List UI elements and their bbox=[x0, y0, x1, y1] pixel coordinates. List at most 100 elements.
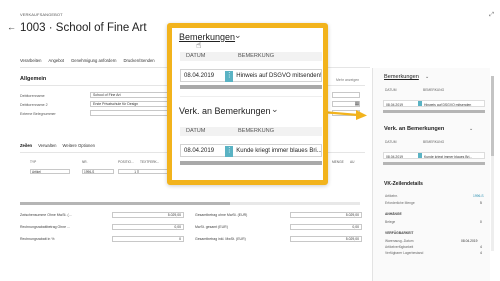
col-position[interactable]: POSITIO... bbox=[118, 160, 140, 167]
factbox-verk-text: Kunde kriegt immer blaues Bri... bbox=[424, 154, 473, 159]
factbox-remarks-scrollbar[interactable] bbox=[383, 110, 485, 113]
debitorenname2-input[interactable]: Erste Privatschule für Design bbox=[90, 101, 170, 107]
callout-verk-title[interactable]: Verk. an Bemerkungen bbox=[179, 106, 271, 116]
lines-tabs: Zeilen Verwalten Weitere Optionen bbox=[20, 143, 95, 148]
page-title: 1003 · School of Fine Art bbox=[20, 22, 147, 34]
detail-label-artikelverfuegbarkeit: Artikelverfügbarkeit bbox=[385, 245, 414, 249]
total-label-rechnungsrabattbetrag: Rechnungsrabattbetrag Ohne ... bbox=[20, 225, 71, 229]
factbox-remarks-date: 08.04.2019 bbox=[386, 102, 403, 107]
chevron-down-icon[interactable]: ⌄ bbox=[469, 126, 473, 132]
factbox-verk-row[interactable]: 08.04.2019 Kunde kriegt immer blaues Bri… bbox=[383, 152, 485, 159]
cell-pos[interactable]: 1 bbox=[118, 169, 138, 174]
externe-belegnummer-input[interactable] bbox=[90, 110, 170, 116]
scrollbar-thumb[interactable] bbox=[491, 76, 494, 156]
callout-verk-date: 08.04.2019 bbox=[184, 148, 215, 154]
divider bbox=[180, 96, 322, 97]
right-field-1[interactable] bbox=[332, 92, 360, 98]
callout-verk-col-text: BEMERKUNG bbox=[238, 128, 275, 134]
chevron-down-icon[interactable]: ⌄ bbox=[271, 104, 279, 115]
callout-remarks-row[interactable]: 08.04.2019 ⋮ Hinweis auf DSGVO mitsenden… bbox=[180, 69, 322, 82]
cell-text[interactable] bbox=[138, 169, 168, 174]
total-value-zwischensumme: 5.029,00 bbox=[112, 212, 184, 218]
detail-value-artikelverfuegbarkeit[interactable]: 4 bbox=[480, 245, 482, 249]
callout-verk-scrollbar[interactable] bbox=[180, 161, 322, 165]
total-label-gesamt-inkl-mwst: Gesamtbetrag inkl. MwSt. (EUR) bbox=[195, 237, 246, 241]
callout-verk-header: DATUM BEMERKUNG bbox=[180, 127, 322, 136]
anhaenge-title: ANHÄNGE bbox=[385, 212, 402, 216]
cell-gap bbox=[70, 169, 82, 175]
action-verarbeiten[interactable]: Verarbeiten bbox=[20, 58, 41, 63]
factbox-remarks-col-text: BEMERKUNG bbox=[423, 88, 445, 92]
callout-col-date: DATUM bbox=[186, 53, 206, 59]
factbox-verk-col-text: BEMERKUNG bbox=[423, 140, 445, 144]
col-nr[interactable]: NR. bbox=[82, 160, 118, 167]
col-au[interactable]: AU bbox=[350, 160, 360, 167]
debitorenname-input[interactable]: School of Fine Art bbox=[90, 92, 170, 98]
callout-remarks-text: Hinweis auf DSGVO mitsenden! bbox=[236, 73, 321, 79]
verfuegbarkeit-title: VERFÜGBARKEIT bbox=[385, 231, 414, 235]
scrollbar-thumb[interactable] bbox=[20, 202, 230, 205]
total-value-gesamt-ohne-mwst: 5.029,00 bbox=[290, 212, 362, 218]
general-heading[interactable]: Allgemein bbox=[20, 76, 46, 82]
detail-label-belege: Belege bbox=[385, 220, 396, 224]
col-menge[interactable]: MENGE bbox=[332, 160, 350, 167]
total-value-rechnungsrabattbetrag[interactable]: 0,00 bbox=[112, 224, 184, 230]
dots-menu-icon[interactable] bbox=[418, 101, 422, 106]
tab-verwalten[interactable]: Verwalten bbox=[38, 143, 56, 148]
cell-type[interactable]: Artikel bbox=[30, 169, 70, 174]
total-value-mwst-gesamt: 0,00 bbox=[290, 224, 362, 230]
detail-value-warenausg: 08.04.2019 bbox=[461, 239, 478, 243]
action-angebot[interactable]: Angebot bbox=[48, 58, 64, 63]
total-value-rechnungsrabatt-prozent[interactable]: 0 bbox=[112, 236, 184, 242]
cell-no[interactable]: 1996-S bbox=[82, 169, 114, 174]
dots-menu-icon[interactable] bbox=[418, 153, 422, 158]
tab-zeilen[interactable]: Zeilen bbox=[20, 143, 32, 148]
total-label-mwst-gesamt: MwSt. gesamt (EUR) bbox=[195, 225, 228, 229]
field-label-debitorenname2: Debitorenname 2 bbox=[20, 103, 48, 107]
detail-label-artikelnr: Artikelnr. bbox=[385, 194, 398, 198]
detail-label-warenausg: Warenausg.-Datum bbox=[385, 239, 414, 243]
col-typ[interactable]: TYP bbox=[20, 160, 82, 167]
detail-value-artikelnr[interactable]: 1996-S bbox=[473, 194, 484, 198]
factbox-details-title[interactable]: VK-Zeilendetails bbox=[384, 181, 423, 187]
total-label-rechnungsrabatt-prozent: Rechnungsrabatt in % bbox=[20, 237, 55, 241]
hand-cursor-icon: ☝ bbox=[196, 40, 202, 50]
lines-horizontal-scrollbar[interactable] bbox=[20, 202, 360, 205]
dots-menu-icon[interactable]: ⋮ bbox=[225, 70, 234, 82]
callout-remarks-title[interactable]: Bemerkungen bbox=[179, 32, 235, 42]
factbox-remarks-row[interactable]: 08.04.2019 Hinweis auf DSGVO mitsenden bbox=[383, 100, 485, 107]
factbox-verk-title[interactable]: Verk. an Bemerkungen bbox=[384, 126, 444, 132]
dots-menu-icon[interactable]: ⋮ bbox=[225, 145, 234, 157]
field-label-debitorenname: Debitorenname bbox=[20, 94, 45, 98]
expand-icon[interactable]: ⤢ bbox=[489, 12, 494, 19]
factbox-remarks-col-date: DATUM bbox=[385, 88, 397, 92]
total-label-gesamt-ohne-mwst: Gesamtbetrag ohne MwSt. (EUR) bbox=[195, 213, 248, 217]
show-more-link[interactable]: Mehr anzeigen bbox=[336, 78, 359, 82]
factbox-verk-scrollbar[interactable] bbox=[383, 162, 485, 165]
scrollbar-thumb[interactable] bbox=[180, 85, 322, 89]
factbox-remarks-title[interactable]: Bemerkungen bbox=[384, 74, 419, 80]
total-value-gesamt-inkl-mwst: 5.029,00 bbox=[290, 236, 362, 242]
callout-remarks-header: DATUM BEMERKUNG bbox=[180, 52, 322, 61]
total-label-zwischensumme: Zwischensumme Ohne MwSt. (... bbox=[20, 213, 72, 217]
factbox-vertical-scrollbar[interactable] bbox=[491, 76, 494, 251]
detail-value-lagerbestand[interactable]: 4 bbox=[480, 251, 482, 255]
col-textferk[interactable]: TEXTFERK... bbox=[140, 160, 170, 167]
action-genehmigung[interactable]: Genehmigung anfordern bbox=[71, 58, 116, 63]
field-label-externe-belegnummer: Externe Belegnummer bbox=[20, 112, 56, 116]
tab-weitere-optionen[interactable]: Weitere Optionen bbox=[63, 143, 96, 148]
callout-verk-row[interactable]: 08.04.2019 ⋮ Kunde kriegt immer blaues B… bbox=[180, 144, 322, 157]
page-caption: VERKAUFSANGEBOT bbox=[20, 12, 63, 17]
chevron-down-icon[interactable]: ⌄ bbox=[234, 30, 242, 41]
callout-verk-text: Kunde kriegt immer blaues Bri... bbox=[236, 148, 321, 154]
action-bar: Verarbeiten Angebot Genehmigung anforder… bbox=[20, 58, 155, 63]
action-drucken[interactable]: Drucken/Senden bbox=[123, 58, 154, 63]
back-arrow-icon[interactable]: ← bbox=[7, 23, 16, 32]
callout-remarks-scrollbar[interactable] bbox=[180, 85, 322, 89]
zoom-callout: Bemerkungen ⌄ ☝ DATUM BEMERKUNG 08.04.20… bbox=[167, 23, 328, 185]
detail-label-menge: Erforderliche Menge bbox=[385, 201, 415, 205]
scrollbar-thumb[interactable] bbox=[180, 161, 322, 165]
detail-value-belege[interactable]: 0 bbox=[480, 220, 482, 224]
chevron-down-icon[interactable]: ⌄ bbox=[425, 74, 429, 80]
sales-quote-page: ← VERKAUFSANGEBOT 1003 · School of Fine … bbox=[0, 0, 500, 281]
